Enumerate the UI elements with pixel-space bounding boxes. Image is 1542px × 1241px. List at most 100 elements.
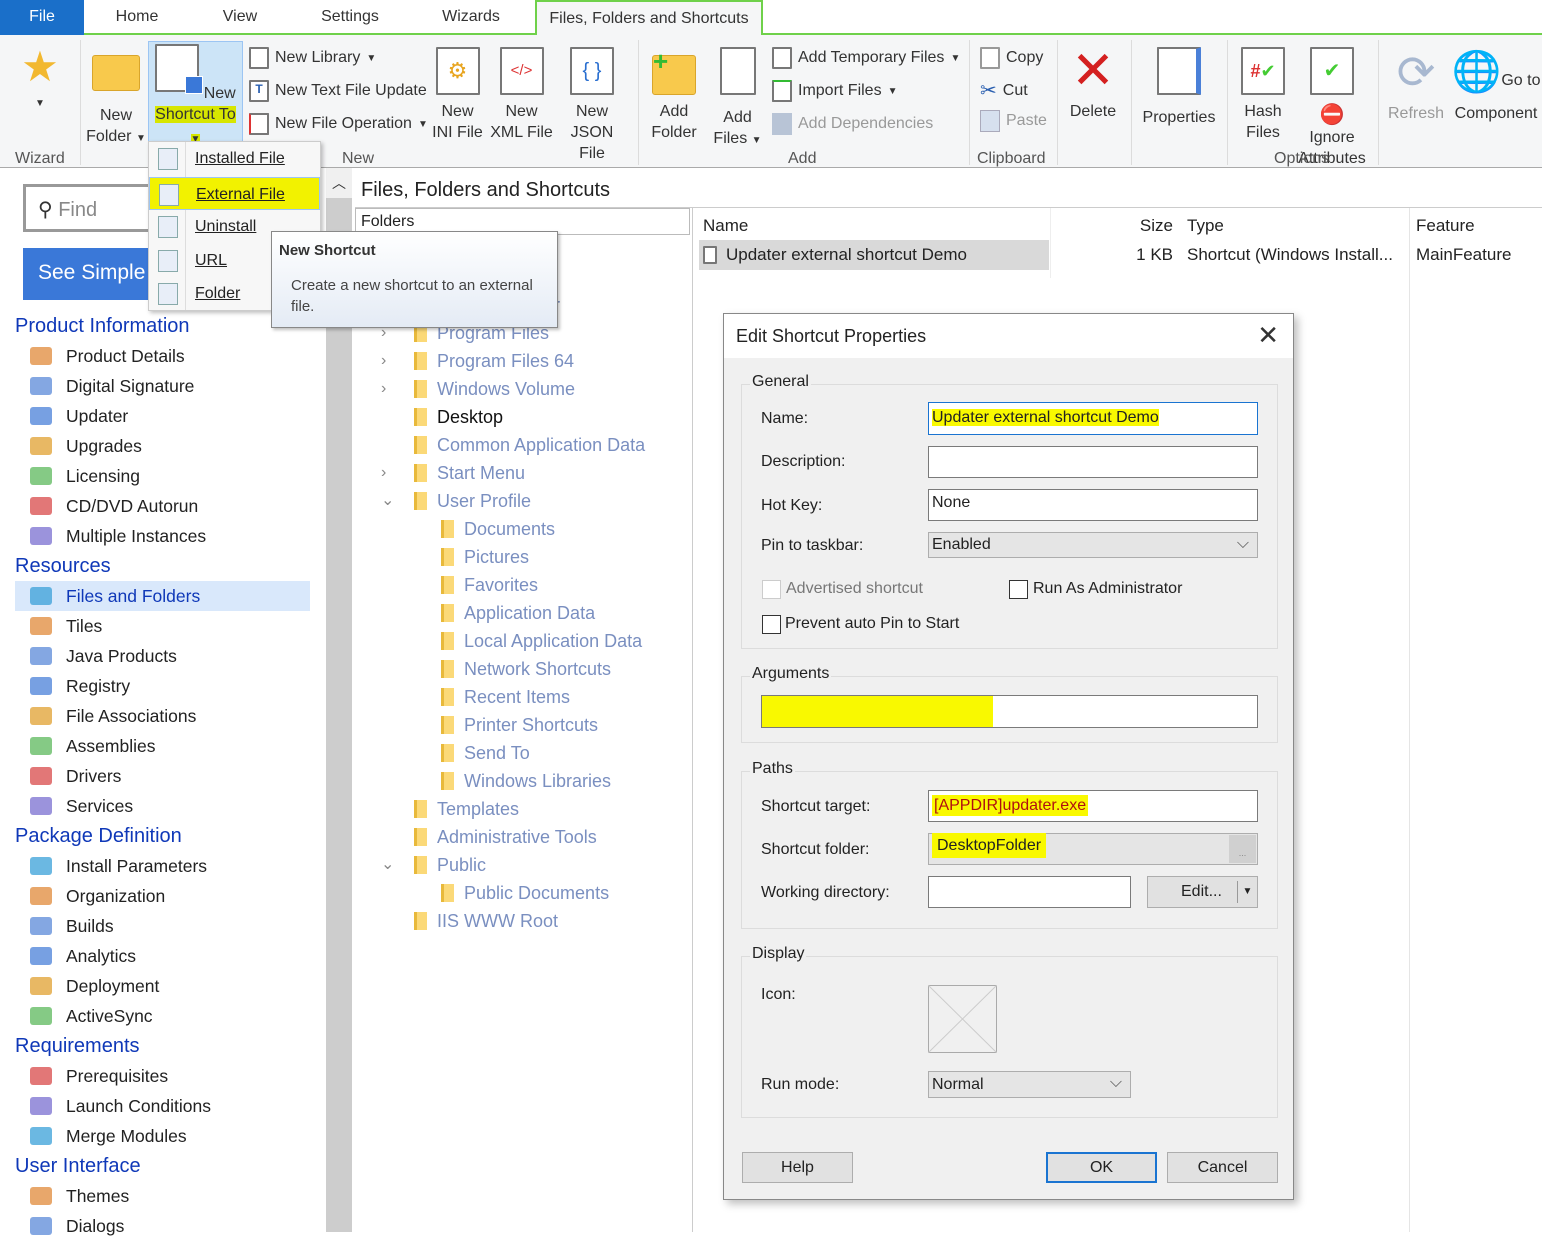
shortcut-target-input[interactable]: [APPDIR]updater.exe [928,790,1258,822]
tree-item[interactable]: › Program Files 64 [381,347,574,375]
tree-item[interactable]: Documents [441,515,555,543]
sidebar-item-assemblies[interactable]: Assemblies [15,731,310,761]
add-dependencies-button[interactable]: Add Dependencies [772,113,933,135]
sidebar-section-header[interactable]: Package Definition [0,821,326,851]
sidebar-item-analytics[interactable]: Analytics [15,941,310,971]
sidebar-item-tiles[interactable]: Tiles [15,611,310,641]
delete-button[interactable]: ✕Delete [1063,43,1123,122]
run-as-admin-checkbox[interactable] [1009,580,1028,599]
tab-files-folders-shortcuts[interactable]: Files, Folders and Shortcuts [535,0,763,37]
sidebar-item-product-details[interactable]: Product Details [15,341,310,371]
sidebar-item-java-products[interactable]: Java Products [15,641,310,671]
cancel-button[interactable]: Cancel [1167,1152,1278,1183]
add-files-button[interactable]: Add Files ▼ [710,47,765,151]
sidebar-item-cd-dvd-autorun[interactable]: CD/DVD Autorun [15,491,310,521]
new-text-file-update-button[interactable]: T New Text File Update [249,80,427,102]
new-ini-file-button[interactable]: ⚙New INI File [430,47,485,143]
tree-item[interactable]: › Start Menu [381,459,525,487]
column-type[interactable]: Type [1187,216,1224,236]
new-folder-button[interactable]: New Folder ▼ [86,55,146,149]
sidebar-item-multiple-instances[interactable]: Multiple Instances [15,521,310,551]
run-mode-select[interactable]: Normal ⌵ [928,1071,1131,1098]
tree-item[interactable]: Public Documents [441,879,609,907]
sidebar-section-header[interactable]: Resources [0,551,326,581]
new-json-file-button[interactable]: { }New JSON File [556,47,628,164]
tree-item[interactable]: Application Data [441,599,595,627]
pin-taskbar-select[interactable]: Enabled ⌵ [928,532,1258,558]
tree-item[interactable]: Recent Items [441,683,570,711]
go-to-component-button[interactable]: 🌐Go to Component [1450,47,1542,124]
tree-item[interactable]: Desktop [402,403,518,431]
find-input[interactable]: ⚲ Find [23,184,163,232]
column-name[interactable]: Name [703,216,748,236]
tab-wizards[interactable]: Wizards [430,0,512,35]
tree-item[interactable]: Send To [441,739,530,767]
sidebar-item-builds[interactable]: Builds [15,911,310,941]
tab-settings[interactable]: Settings [310,0,390,35]
tree-item[interactable]: Templates [414,795,519,823]
sidebar-item-drivers[interactable]: Drivers [15,761,310,791]
scroll-up-arrow-icon[interactable]: ︿ [326,168,352,198]
column-feature[interactable]: Feature [1416,216,1475,236]
tree-item[interactable]: Favorites [441,571,538,599]
tree-item[interactable]: ⌄ Public [381,851,486,879]
sidebar-item-merge-modules[interactable]: Merge Modules [15,1121,310,1151]
menu-item-external-file[interactable]: External File [149,177,320,210]
sidebar-item-organization[interactable]: Organization [15,881,310,911]
sidebar-item-activesync[interactable]: ActiveSync [15,1001,310,1031]
tree-item[interactable]: Printer Shortcuts [441,711,598,739]
sidebar-item-file-associations[interactable]: File Associations [15,701,310,731]
see-simple-view-button[interactable]: See Simple View [23,248,163,300]
chevron-right-icon[interactable]: › [381,347,386,375]
arguments-input[interactable] [761,695,1258,728]
new-xml-file-button[interactable]: </>New XML File [490,47,553,143]
icon-placeholder[interactable] [928,985,997,1053]
copy-button[interactable]: Copy [980,47,1043,69]
browse-button[interactable]: ... [1229,835,1256,863]
advertised-shortcut-checkbox[interactable] [762,580,781,599]
refresh-button[interactable]: ⟳Refresh [1384,47,1448,124]
shortcut-folder-select[interactable]: DesktopFolder... [928,833,1258,865]
chevron-right-icon[interactable]: › [381,459,386,487]
help-button[interactable]: Help [742,1152,853,1183]
tab-home[interactable]: Home [100,0,174,35]
sidebar-section-header[interactable]: User Interface [0,1151,326,1181]
table-row[interactable]: Updater external shortcut Demo 1 KB Shor… [695,240,1542,270]
tree-item[interactable]: Common Application Data [414,431,645,459]
hash-files-button[interactable]: #✔Hash Files [1234,47,1292,143]
close-icon[interactable]: ✕ [1257,320,1279,351]
paste-button[interactable]: Paste [980,110,1047,132]
tab-view[interactable]: View [210,0,270,35]
ok-button[interactable]: OK [1046,1152,1157,1183]
name-input[interactable]: Updater external shortcut Demo [928,402,1258,435]
new-file-operation-button[interactable]: New File Operation ▼ [249,113,428,135]
sidebar-item-prerequisites[interactable]: Prerequisites [15,1061,310,1091]
add-folder-button[interactable]: +Add Folder [646,47,702,143]
tree-item[interactable]: Pictures [441,543,529,571]
tab-file[interactable]: File [0,0,84,35]
sidebar-item-licensing[interactable]: Licensing [15,461,310,491]
new-library-button[interactable]: New Library ▼ [249,47,376,69]
new-shortcut-to-button[interactable]: New Shortcut To ▼ [148,41,243,145]
import-files-button[interactable]: Import Files ▼ [772,80,897,102]
tree-item[interactable]: ⌄ User Profile [381,487,531,515]
sidebar-item-digital-signature[interactable]: Digital Signature [15,371,310,401]
wizard-button[interactable]: ★ ▼ [10,43,70,114]
edit-button[interactable]: Edit... ▼ [1147,876,1258,908]
chevron-down-icon[interactable]: ⌄ [381,487,394,515]
tree-item[interactable]: IIS WWW Root [414,907,558,935]
properties-button[interactable]: Properties [1138,47,1220,128]
sidebar-item-updater[interactable]: Updater [15,401,310,431]
tree-item[interactable]: Network Shortcuts [441,655,611,683]
description-input[interactable] [928,446,1258,478]
tree-item[interactable]: › Windows Volume [381,375,575,403]
sidebar-item-registry[interactable]: Registry [15,671,310,701]
prevent-pin-checkbox[interactable] [762,615,781,634]
tree-item[interactable]: Administrative Tools [414,823,597,851]
menu-item-installed-file[interactable]: Installed File [149,142,320,175]
sidebar-item-dialogs[interactable]: Dialogs [15,1211,310,1241]
sidebar-item-upgrades[interactable]: Upgrades [15,431,310,461]
add-temporary-files-button[interactable]: Add Temporary Files ▼ [772,47,960,69]
chevron-down-icon[interactable]: ⌄ [381,851,394,879]
working-directory-input[interactable] [928,876,1131,908]
